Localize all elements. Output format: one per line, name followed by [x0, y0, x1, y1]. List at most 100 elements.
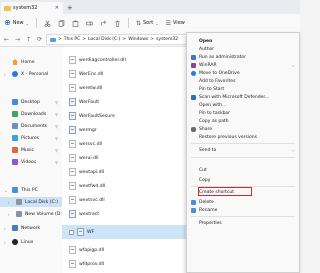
menu-item-run-as-admin[interactable]: Run as administrator [187, 53, 299, 61]
sidebar-item-videos[interactable]: Videos ⚲ [0, 157, 62, 167]
view-button[interactable]: ☰ View [166, 20, 185, 27]
delete-icon[interactable] [114, 20, 121, 27]
menu-item-properties[interactable]: Properties [187, 219, 299, 227]
file-name: wextract [79, 211, 100, 217]
title-bar: system32 ✕ + [0, 0, 300, 14]
sidebar-item-pictures[interactable]: Pictures ⚲ [0, 133, 62, 143]
chevron-down-icon[interactable]: ⌄ [4, 188, 7, 193]
breadcrumb-system32[interactable]: system32 [156, 37, 178, 42]
new-tab-button[interactable]: + [67, 4, 73, 12]
chevron-right-icon[interactable]: › [4, 226, 6, 231]
file-name: wevtsvc.dll [79, 197, 105, 203]
pin-icon: ⚲ [55, 147, 58, 153]
chevron-right-icon[interactable]: › [8, 200, 10, 205]
sidebar-item-downloads[interactable]: Downloads ⚲ [0, 109, 62, 119]
copy-icon[interactable] [58, 19, 65, 27]
chevron-right-icon[interactable]: › [4, 72, 6, 77]
breadcrumb-windows[interactable]: Windows [128, 37, 148, 42]
file-name: wersvc.dll [79, 141, 103, 147]
sidebar-item-home[interactable]: Home [0, 57, 62, 67]
menu-item-cut[interactable]: Cut [187, 166, 299, 174]
menu-item-move-to-onedrive[interactable]: Move to OneDrive [187, 69, 299, 77]
menu-item-label: Add to Favorites [199, 78, 236, 84]
file-name: werdiagcontroller.dll [79, 57, 126, 63]
refresh-button[interactable]: ⟳ [37, 36, 42, 43]
file-name: wevtfwd.dll [79, 183, 106, 189]
paste-icon[interactable] [72, 20, 79, 27]
file-name: WerFault [79, 99, 100, 105]
chevron-right-icon: › [292, 62, 294, 68]
pc-icon [12, 187, 18, 193]
music-icon [12, 147, 18, 153]
videos-icon [12, 159, 18, 165]
sidebar-item-this-pc[interactable]: ⌄ This PC [0, 185, 62, 195]
menu-item-winrar[interactable]: WinRAR › [187, 61, 299, 69]
forward-button[interactable]: → [15, 36, 20, 43]
share-icon[interactable] [100, 20, 107, 27]
sidebar-item-label: Linux [21, 239, 34, 245]
breadcrumb-this-pc[interactable]: This PC [64, 37, 80, 42]
menu-item-share[interactable]: Share [187, 125, 299, 133]
menu-item-label: Open [199, 38, 213, 44]
chevron-right-icon[interactable]: › [8, 212, 10, 217]
menu-item-add-to-favorites[interactable]: Add to Favorites [187, 77, 299, 85]
menu-item-label: Copy [199, 177, 211, 183]
menu-item-label: Rename [199, 207, 218, 213]
menu-item-rename[interactable]: Rename [187, 206, 299, 214]
sidebar-item-label: Network [21, 225, 41, 231]
file-name: wevtapi.dll [79, 169, 105, 175]
menu-item-pin-to-start[interactable]: Pin to Start [187, 85, 299, 93]
menu-item-scan-defender[interactable]: Scan with Microsoft Defender... [187, 93, 299, 101]
tab-close-icon[interactable]: ✕ [55, 5, 59, 11]
menu-item-label: Delete [199, 199, 214, 205]
sidebar-item-documents[interactable]: Documents ⚲ [0, 121, 62, 131]
menu-item-restore-versions[interactable]: Restore previous versions [187, 133, 299, 141]
menu-item-open[interactable]: Open [187, 37, 299, 45]
sidebar-item-label: This PC [21, 187, 38, 193]
sort-button[interactable]: ⇅ Sort ⌄ [136, 20, 159, 27]
share-icon [191, 126, 196, 132]
menu-item-delete[interactable]: Delete [187, 198, 299, 206]
selection-checkbox[interactable] [69, 229, 74, 235]
dll-file-icon [69, 260, 76, 268]
folder-icon [4, 5, 11, 11]
exe-file-icon [77, 228, 84, 236]
chevron-down-icon: ⌄ [155, 20, 159, 26]
cut-icon[interactable] [44, 20, 51, 27]
sidebar-item-personal[interactable]: › X - Personal [0, 69, 62, 79]
drive-icon [16, 199, 22, 205]
menu-item-author[interactable]: Author [187, 45, 299, 53]
up-button[interactable]: ↑ [26, 36, 31, 43]
sidebar-item-desktop[interactable]: Desktop ⚲ [0, 97, 62, 107]
chevron-right-icon[interactable]: › [4, 240, 6, 245]
menu-item-label: Share [199, 126, 212, 132]
sidebar-item-linux[interactable]: › Linux [0, 237, 62, 247]
menu-item-open-with[interactable]: Open with... [187, 101, 299, 109]
menu-divider [191, 157, 295, 158]
address-bar[interactable]: > This PC > Local Disk (C:) > Windows > … [46, 34, 196, 45]
downloads-icon [12, 111, 18, 117]
sidebar-item-local-disk[interactable]: › Local Disk (C:) [0, 197, 62, 207]
menu-item-copy-as-path[interactable]: Copy as path [187, 117, 299, 125]
dll-file-icon [69, 154, 76, 162]
sidebar-item-label: Downloads [21, 111, 47, 117]
breadcrumb-local-disk[interactable]: Local Disk (C:) [88, 37, 120, 42]
menu-item-label: Move to OneDrive [199, 70, 240, 76]
sidebar-item-network[interactable]: › Network [0, 223, 62, 233]
menu-divider [191, 143, 295, 144]
menu-item-label: Restore previous versions [199, 134, 258, 140]
back-button[interactable]: ← [4, 36, 9, 43]
tab-system32[interactable]: system32 ✕ [1, 2, 63, 14]
menu-item-copy[interactable]: Copy [187, 176, 299, 184]
menu-item-label: Run as administrator [199, 54, 247, 60]
onedrive-icon [191, 70, 196, 76]
file-name: WF [87, 229, 95, 235]
menu-item-send-to[interactable]: Send to › [187, 146, 299, 154]
menu-item-pin-to-taskbar[interactable]: Pin to taskbar [187, 109, 299, 117]
rename-icon[interactable] [86, 20, 93, 27]
sidebar-item-new-volume[interactable]: › New Volume (D:) [0, 209, 64, 219]
new-button[interactable]: ⊕ New ⌄ [4, 19, 29, 27]
shield-icon [191, 54, 196, 60]
new-label: New [12, 20, 24, 26]
sidebar-item-music[interactable]: Music ⚲ [0, 145, 62, 155]
